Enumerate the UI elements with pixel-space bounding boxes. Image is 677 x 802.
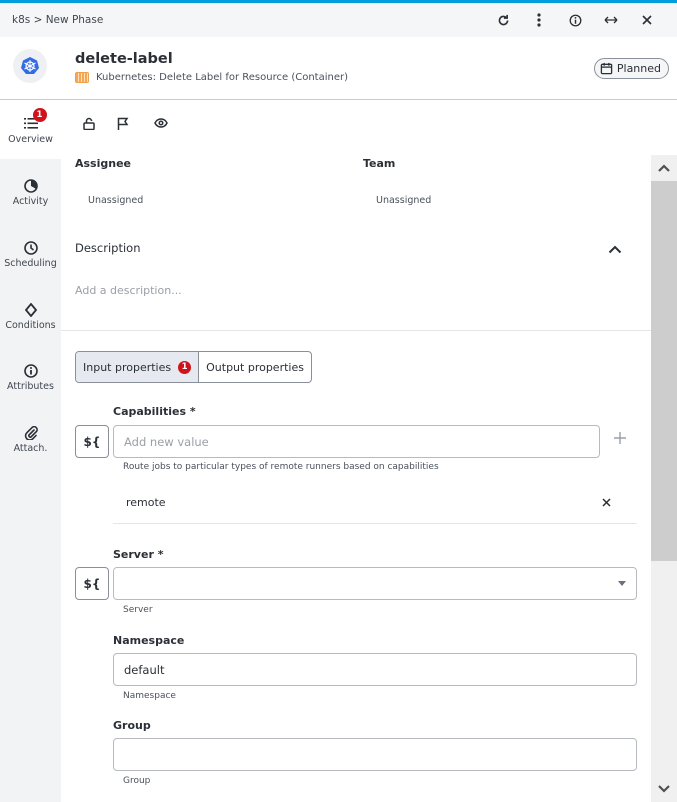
sidebar: 1 Overview Activity Scheduling Condition…: [0, 101, 61, 802]
phase-header: delete-label Kubernetes: Delete Label fo…: [0, 37, 677, 100]
server-select[interactable]: [113, 567, 637, 600]
overview-panel: Assignee Unassigned Team Unassigned Desc…: [61, 101, 651, 802]
sidebar-item-label: Scheduling: [4, 257, 57, 269]
plus-icon: [614, 432, 626, 444]
sidebar-item-overview[interactable]: 1 Overview: [0, 101, 61, 159]
capabilities-placeholder: Add new value: [124, 434, 209, 449]
clock-icon: [23, 240, 38, 256]
team-value[interactable]: Unassigned: [376, 195, 431, 206]
calendar-icon: [600, 62, 613, 75]
sidebar-item-label: Activity: [12, 195, 49, 207]
chevron-down-icon: [618, 581, 626, 586]
sidebar-item-label: Overview: [8, 133, 53, 145]
chevron-up-icon: [608, 245, 622, 253]
tab-label: Output properties: [206, 360, 304, 374]
properties-tabs: Input properties 1 Output properties: [75, 351, 312, 383]
namespace-label: Namespace: [113, 634, 185, 647]
section-divider: [61, 330, 651, 331]
capabilities-hint: Route jobs to particular types of remote…: [123, 462, 439, 472]
close-icon[interactable]: [629, 8, 665, 32]
description-label: Description: [75, 241, 141, 255]
phase-type: Kubernetes: Delete Label for Resource (C…: [75, 72, 348, 83]
breadcrumb[interactable]: k8s > New Phase: [12, 14, 485, 26]
scrollbar[interactable]: [651, 155, 677, 802]
assignee-label: Assignee: [75, 157, 132, 170]
collapse-description-button[interactable]: [606, 241, 624, 257]
server-hint: Server: [123, 605, 153, 615]
sidebar-item-label: Attributes: [7, 380, 54, 392]
remove-capability-button[interactable]: [599, 495, 613, 509]
group-hint: Group: [123, 776, 151, 786]
close-icon: [601, 497, 611, 507]
info-icon[interactable]: [557, 8, 593, 32]
status-label: Planned: [616, 62, 661, 75]
tab-output-properties[interactable]: Output properties: [199, 352, 311, 382]
namespace-value: default: [124, 662, 165, 677]
scroll-down-button[interactable]: [651, 776, 677, 802]
sidebar-item-attributes[interactable]: Attributes: [0, 348, 61, 406]
capabilities-input[interactable]: Add new value: [113, 425, 600, 458]
chevron-down-icon: [658, 785, 670, 793]
group-label: Group: [113, 719, 151, 732]
paperclip-icon: [24, 425, 38, 441]
refresh-icon[interactable]: [485, 8, 521, 32]
input-properties-badge: 1: [178, 360, 192, 374]
chevron-up-icon: [658, 164, 670, 172]
assignee-value[interactable]: Unassigned: [88, 195, 143, 206]
group-input[interactable]: [113, 738, 637, 771]
info-icon: [23, 363, 38, 379]
sidebar-item-label: Attach.: [13, 442, 48, 454]
title-bar: k8s > New Phase: [0, 3, 677, 37]
status-badge[interactable]: Planned: [593, 58, 669, 79]
server-label: Server *: [113, 548, 164, 561]
namespace-hint: Namespace: [123, 691, 176, 701]
capabilities-label: Capabilities *: [113, 405, 196, 418]
sidebar-item-attachments[interactable]: Attach.: [0, 410, 61, 468]
scrollbar-thumb[interactable]: [651, 181, 677, 561]
phase-type-label: Kubernetes: Delete Label for Resource (C…: [96, 72, 348, 83]
add-capability-button[interactable]: [612, 430, 628, 446]
server-expression-button[interactable]: ${: [75, 567, 109, 600]
capability-value: remote: [126, 496, 166, 509]
expand-horizontal-icon[interactable]: [593, 8, 629, 32]
tab-label: Input properties: [83, 360, 172, 374]
sidebar-item-activity[interactable]: Activity: [0, 163, 61, 221]
overview-badge: 1: [32, 107, 47, 122]
namespace-input[interactable]: default: [113, 653, 637, 686]
lock-open-icon[interactable]: [81, 115, 97, 131]
sidebar-item-conditions[interactable]: Conditions: [0, 287, 61, 345]
capability-item: remote: [113, 486, 637, 524]
kubernetes-logo-icon: [13, 49, 47, 83]
description-input[interactable]: Add a description...: [75, 284, 182, 297]
flag-icon[interactable]: [115, 115, 131, 131]
phase-title[interactable]: delete-label: [75, 51, 173, 67]
eye-icon[interactable]: [153, 115, 169, 131]
tab-input-properties[interactable]: Input properties 1: [76, 352, 200, 382]
sidebar-item-scheduling[interactable]: Scheduling: [0, 225, 61, 283]
scroll-up-button[interactable]: [651, 155, 677, 181]
diamond-icon: [24, 302, 37, 318]
more-vertical-icon[interactable]: [521, 8, 557, 32]
team-label: Team: [363, 157, 396, 170]
sidebar-item-label: Conditions: [5, 319, 56, 331]
capabilities-expression-button[interactable]: ${: [75, 425, 109, 458]
list-icon: 1: [23, 107, 47, 132]
activity-icon: [23, 178, 38, 194]
plugin-icon: [75, 72, 89, 83]
